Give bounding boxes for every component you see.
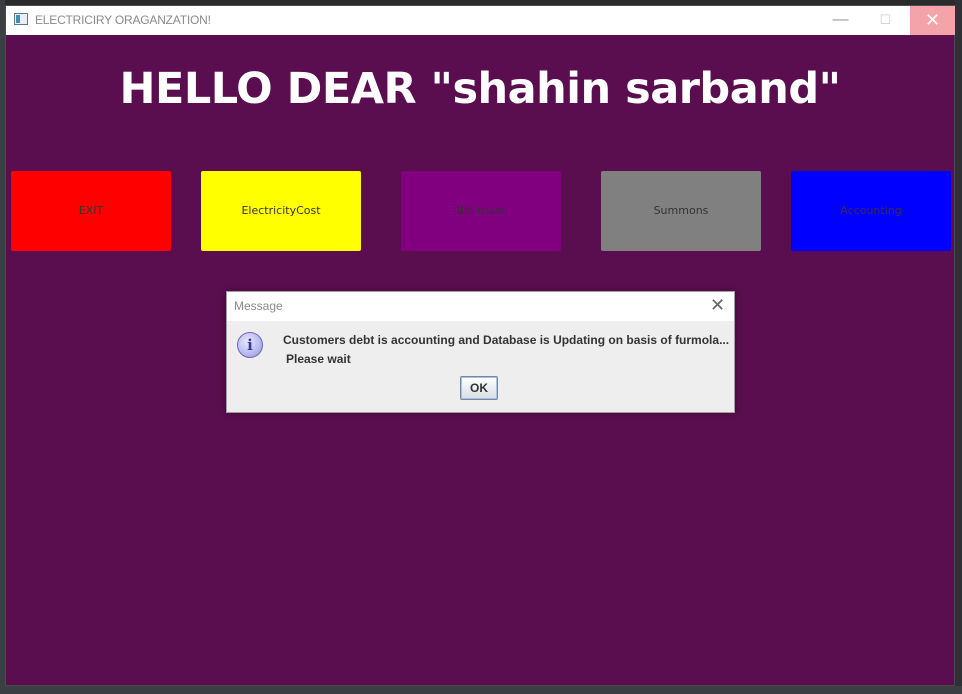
close-button[interactable]: ✕ bbox=[910, 6, 955, 35]
summons-button[interactable]: Summons bbox=[601, 171, 761, 251]
dialog-title: Message bbox=[234, 299, 283, 313]
minimize-button[interactable]: — bbox=[818, 6, 863, 35]
ok-button[interactable]: OK bbox=[460, 376, 498, 400]
dialog-message-wait: Please wait bbox=[286, 352, 351, 366]
exit-button[interactable]: EXIT bbox=[11, 171, 171, 251]
greeting-heading: HELLO DEAR "shahin sarband" bbox=[119, 64, 841, 114]
electricity-cost-button[interactable]: ElectricityCost bbox=[201, 171, 361, 251]
info-icon: i bbox=[237, 332, 263, 358]
window-title: ELECTRICIRY ORAGANZATION! bbox=[35, 13, 211, 27]
app-icon bbox=[14, 13, 28, 25]
message-dialog: Message ✕ i Customers debt is accounting… bbox=[226, 291, 735, 413]
dialog-titlebar[interactable]: Message ✕ bbox=[227, 292, 734, 321]
desktop-background-right bbox=[955, 0, 962, 694]
desktop-background-bottom bbox=[0, 686, 962, 694]
bill-issue-button[interactable]: Bill issue bbox=[401, 171, 561, 251]
dialog-message: Customers debt is accounting and Databas… bbox=[283, 333, 730, 347]
accounting-button[interactable]: Accounting bbox=[791, 171, 951, 251]
window-titlebar[interactable]: ELECTRICIRY ORAGANZATION! — ☐ ✕ bbox=[6, 6, 955, 35]
dialog-close-icon[interactable]: ✕ bbox=[710, 295, 725, 315]
maximize-button[interactable]: ☐ bbox=[863, 6, 908, 35]
